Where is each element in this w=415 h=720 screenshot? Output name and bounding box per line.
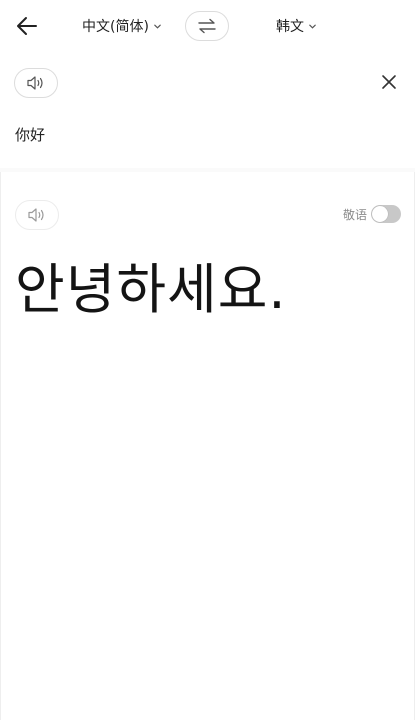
source-panel: 你好	[0, 52, 415, 169]
honorific-control: 敬语	[343, 205, 402, 223]
source-text-input[interactable]: 你好	[15, 124, 45, 145]
toggle-knob	[372, 206, 389, 222]
target-language-label: 韩文	[276, 19, 304, 35]
honorific-label: 敬语	[343, 207, 368, 222]
target-language-select[interactable]: 韩文	[276, 14, 317, 38]
result-panel: 敬语 안녕하세요.	[0, 172, 415, 720]
clear-input-button[interactable]	[379, 72, 399, 92]
chevron-down-icon	[154, 24, 161, 29]
top-bar: 中文(简体) 韩文	[0, 0, 415, 52]
back-button[interactable]	[14, 12, 42, 40]
speaker-icon	[28, 208, 44, 222]
arrow-left-icon	[17, 17, 37, 35]
honorific-toggle[interactable]	[371, 205, 402, 223]
source-language-label: 中文(简体)	[82, 19, 149, 35]
translation-result: 안녕하세요.	[15, 258, 287, 321]
source-language-select[interactable]: 中文(简体)	[82, 14, 162, 38]
swap-languages-button[interactable]	[185, 11, 229, 41]
swap-icon	[198, 18, 216, 34]
speaker-icon	[27, 76, 43, 90]
chevron-down-icon	[309, 24, 316, 29]
source-speak-button[interactable]	[14, 68, 58, 98]
close-icon	[382, 75, 396, 89]
result-speak-button[interactable]	[15, 200, 59, 230]
